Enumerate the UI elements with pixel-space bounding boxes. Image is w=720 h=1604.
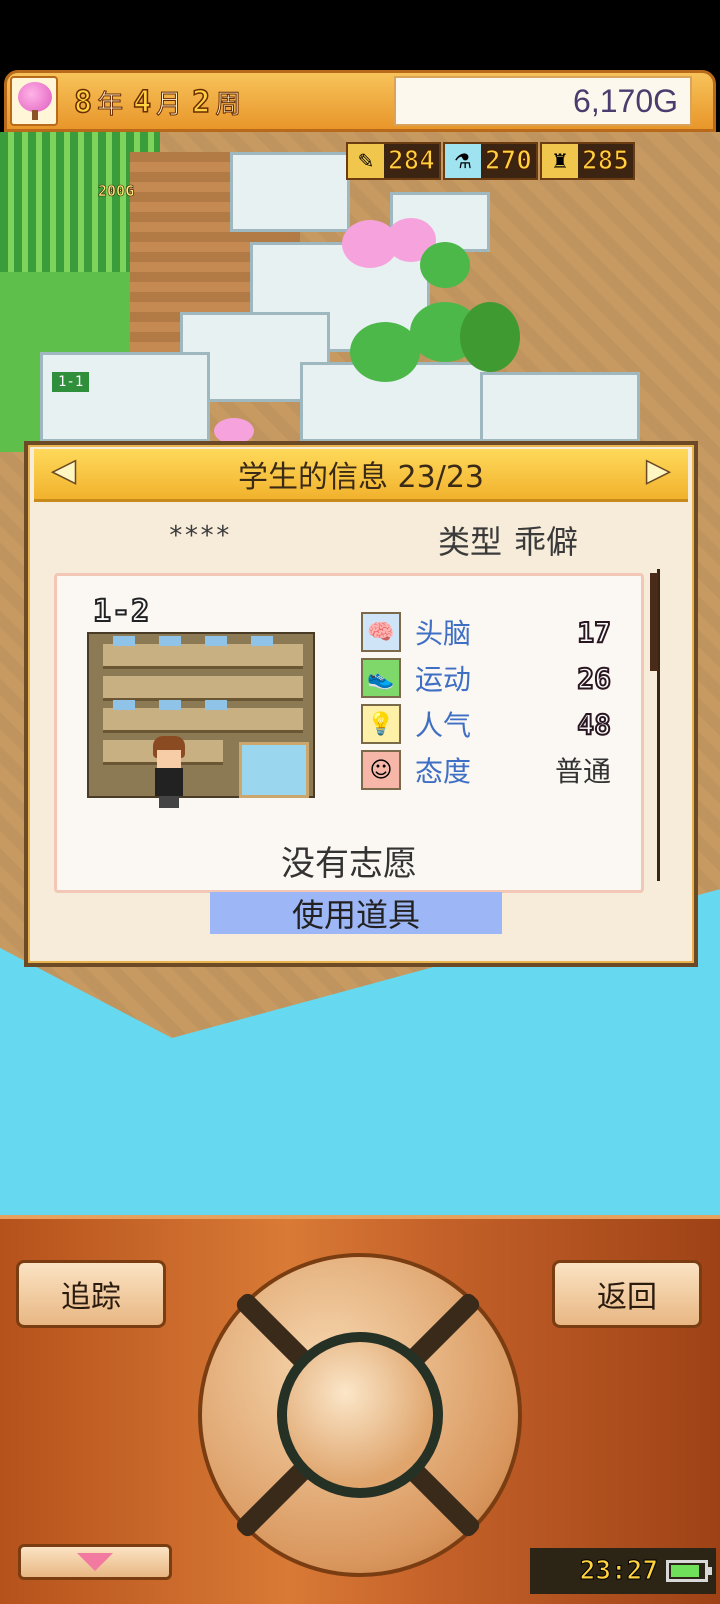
date-week-unit: 周 bbox=[215, 89, 242, 120]
attribute-row-sports: 👟 运动 26 bbox=[361, 656, 612, 700]
green-tree bbox=[420, 242, 470, 288]
brain-icon: 🧠 bbox=[361, 612, 401, 652]
attribute-value: 普通 bbox=[554, 755, 611, 788]
trophy-icon: ♜ bbox=[541, 144, 578, 178]
type-label: 类型 bbox=[438, 523, 503, 561]
student-info-panel: 学生的信息 23/23 ◀ ▶ **** 类型 乖僻 1-2 🧠 头脑 17 👟 … bbox=[24, 441, 698, 967]
battery-icon bbox=[666, 1560, 712, 1582]
building-door bbox=[239, 742, 309, 798]
next-student-arrow-icon[interactable]: ▶ bbox=[642, 451, 674, 489]
attribute-label: 态度 bbox=[415, 755, 472, 788]
panel-header: 学生的信息 23/23 bbox=[34, 449, 688, 502]
collapse-menu-button[interactable] bbox=[18, 1544, 172, 1580]
attribute-value: 26 bbox=[576, 661, 612, 696]
stat-value: 284 bbox=[384, 144, 439, 178]
clock-display: 23:27 bbox=[530, 1548, 716, 1594]
clock-time: 23:27 bbox=[579, 1556, 658, 1587]
building bbox=[230, 152, 350, 232]
stats-row: ✎ 284 ⚗ 270 ♜ 285 bbox=[346, 142, 637, 182]
use-item-button[interactable]: 使用道具 bbox=[210, 892, 502, 934]
coin-popup: 200G bbox=[98, 182, 135, 201]
scrollbar-thumb[interactable] bbox=[650, 573, 658, 671]
room-sign: 1-1 bbox=[52, 372, 90, 392]
smiley-icon: ☺ bbox=[361, 750, 401, 790]
panel-title: 学生的信息 23/23 bbox=[238, 460, 484, 495]
attribute-label: 人气 bbox=[415, 709, 472, 742]
classroom bbox=[40, 352, 210, 442]
attribute-row-popularity: 💡 人气 48 bbox=[361, 702, 612, 746]
stat-item: ⚗ 270 bbox=[442, 142, 538, 180]
building bbox=[480, 372, 640, 442]
attribute-row-brain: 🧠 头脑 17 bbox=[361, 610, 612, 654]
date-month-unit: 月 bbox=[156, 89, 183, 120]
sneaker-icon: 👟 bbox=[361, 658, 401, 698]
date-year: 8 bbox=[73, 84, 94, 121]
attribute-value: 17 bbox=[576, 615, 612, 650]
back-button[interactable]: 返回 bbox=[552, 1260, 702, 1328]
attribute-label: 运动 bbox=[415, 663, 472, 696]
pencil-icon: ✎ bbox=[348, 144, 384, 178]
previous-student-arrow-icon[interactable]: ◀ bbox=[48, 451, 80, 489]
stat-value: 285 bbox=[577, 144, 633, 178]
down-triangle-icon bbox=[77, 1553, 113, 1571]
date-month: 4 bbox=[132, 84, 153, 121]
attribute-value: 48 bbox=[576, 707, 612, 742]
attribute-label: 头脑 bbox=[415, 617, 472, 650]
bamboo-tree bbox=[460, 302, 520, 372]
student-type: 类型 乖僻 bbox=[438, 517, 578, 563]
cherry-blossom-season-icon bbox=[10, 76, 58, 126]
stat-item: ♜ 285 bbox=[539, 142, 635, 180]
confirm-center-button[interactable] bbox=[277, 1332, 443, 1498]
attribute-row-attitude: ☺ 态度 普通 bbox=[361, 748, 611, 792]
school-building-illustration bbox=[87, 632, 315, 798]
status-strip bbox=[0, 0, 720, 70]
stat-value: 270 bbox=[480, 144, 536, 178]
date-week: 2 bbox=[191, 84, 212, 121]
track-button[interactable]: 追踪 bbox=[16, 1260, 166, 1328]
student-detail-card: 1-2 🧠 头脑 17 👟 运动 26 💡 人气 48 ☺ 态度 普通 没有志愿 bbox=[54, 573, 644, 893]
class-tag: 1-2 bbox=[92, 593, 151, 630]
flask-icon: ⚗ bbox=[444, 144, 481, 178]
student-avatar bbox=[151, 736, 187, 808]
lightbulb-icon: 💡 bbox=[361, 704, 401, 744]
date-year-unit: 年 bbox=[97, 89, 124, 120]
student-name: **** bbox=[168, 521, 231, 551]
career-wish: 没有志愿 bbox=[281, 844, 417, 884]
type-value: 乖僻 bbox=[514, 523, 579, 561]
stat-item: ✎ 284 bbox=[346, 142, 441, 180]
game-date: 8 年 4 月 2 周 bbox=[70, 80, 247, 124]
money-display: 6,170G bbox=[394, 76, 692, 126]
